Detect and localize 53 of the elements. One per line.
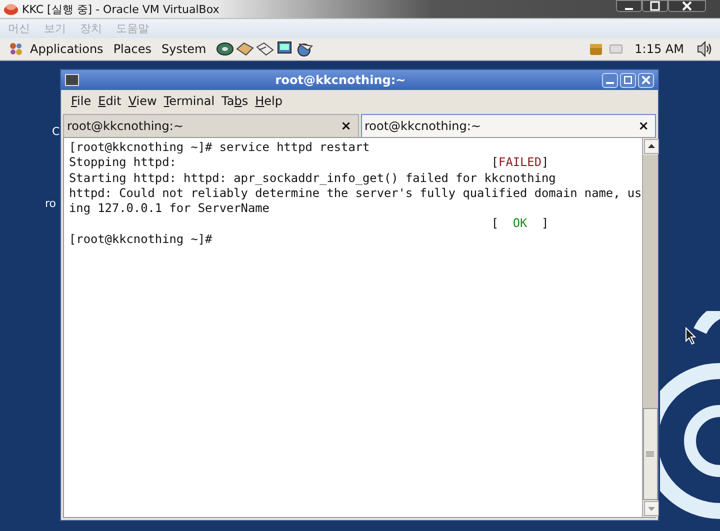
terminal-icon	[65, 74, 79, 86]
panel-menu[interactable]: Places	[113, 42, 152, 56]
scrollbar[interactable]	[642, 138, 658, 517]
status-text: [ OK ]	[491, 216, 549, 232]
maximize-button[interactable]	[642, 0, 668, 12]
grip-icon	[646, 451, 654, 457]
disk-icon[interactable]	[216, 41, 234, 57]
scroll-up-icon[interactable]	[644, 139, 659, 154]
terminal-line: httpd: Could not reliably determine the server's fully qualified domain name, us	[69, 186, 642, 200]
tab[interactable]: root@kkcnothing:~ ×	[360, 114, 656, 137]
maximize-icon	[650, 1, 660, 11]
speaker-icon[interactable]	[696, 41, 714, 57]
maximize-icon	[624, 76, 632, 84]
terminal-line: Stopping httpd:	[69, 155, 176, 170]
terminal-line: ing 127.0.0.1 for ServerName	[69, 201, 270, 216]
tab-close-button[interactable]: ×	[340, 118, 352, 134]
terminal-line: [root@kkcnothing ~]# service httpd restart	[69, 140, 370, 154]
terminal-line: [root@kkcnothing ~]#	[69, 232, 212, 246]
status-text: [FAILED]	[491, 155, 549, 171]
globe-icon[interactable]	[296, 41, 314, 57]
desktop-icon-label: C	[52, 125, 60, 138]
tab[interactable]: root@kkcnothing:~ ×	[63, 114, 358, 137]
menu-item[interactable]: Tabs	[222, 94, 248, 108]
package-icon[interactable]	[588, 42, 603, 56]
desktop-icon-label: ro	[45, 197, 56, 210]
app-logo-icon	[3, 2, 19, 16]
window-title: KKC [실행 중] - Oracle VM VirtualBox	[22, 2, 220, 16]
menu-item[interactable]: Terminal	[164, 94, 215, 108]
foot-logo-icon	[8, 41, 24, 57]
menu-item[interactable]: File	[71, 94, 92, 108]
minimize-icon	[625, 8, 633, 10]
folder-icon[interactable]	[236, 41, 254, 57]
menu-item: 보기	[44, 21, 66, 36]
close-button[interactable]	[668, 0, 706, 12]
menu-item: 도움말	[116, 21, 149, 36]
minimize-button[interactable]	[616, 0, 642, 12]
scroll-down-icon[interactable]	[644, 501, 659, 516]
close-icon	[642, 76, 650, 84]
clock[interactable]: 1:15 AM	[634, 42, 684, 56]
menu-item[interactable]: Help	[255, 94, 283, 108]
menu-item: 장치	[80, 21, 102, 36]
cursor-icon	[685, 327, 697, 345]
menu-item: 머신	[8, 21, 30, 36]
close-icon	[682, 1, 692, 11]
panel-menu[interactable]: System	[161, 42, 206, 56]
menu-item[interactable]: Edit	[98, 94, 122, 108]
terminal-line: Starting httpd: httpd: apr_sockaddr_info_get() failed for kkcnothing	[69, 170, 556, 185]
papers-icon[interactable]	[256, 41, 274, 57]
minimize-icon	[606, 82, 614, 84]
panel-menu[interactable]: Applications	[30, 42, 104, 56]
window-title: root@kkcnothing:~	[274, 73, 407, 87]
menu-item[interactable]: View	[128, 94, 157, 108]
tab-close-button[interactable]: ×	[638, 118, 649, 134]
